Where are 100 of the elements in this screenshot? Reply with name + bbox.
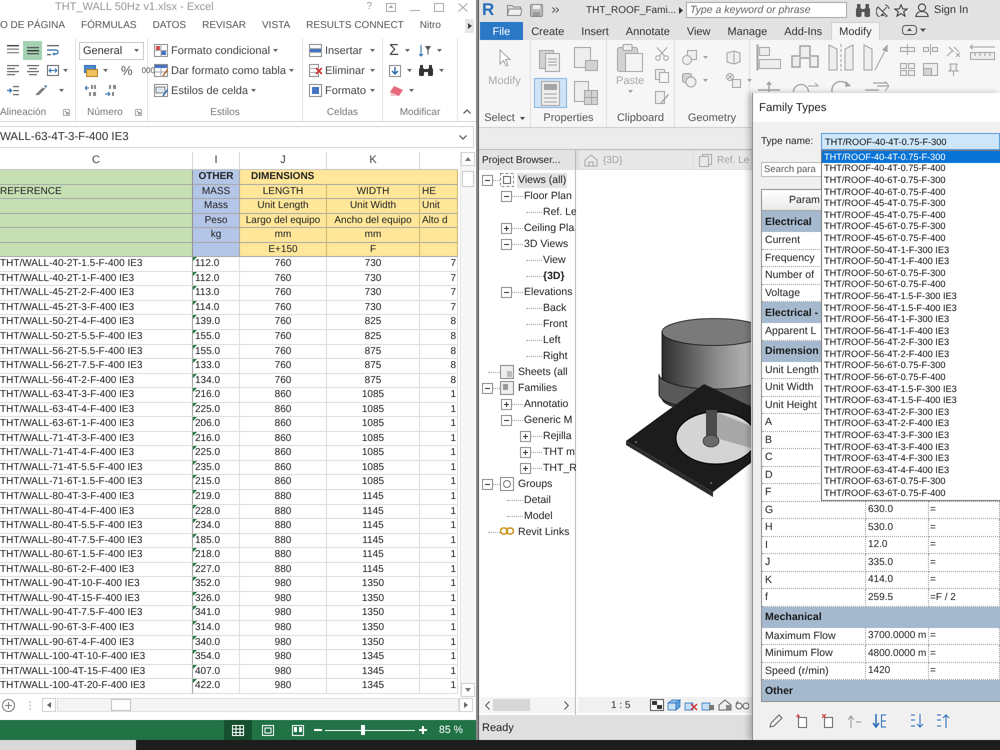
header-cell: HE bbox=[420, 184, 458, 200]
table-cell: 216.0 bbox=[193, 388, 240, 403]
table-cell: 1 bbox=[420, 592, 458, 606]
table-cell: 980 bbox=[240, 606, 327, 621]
table-cell: 1 bbox=[420, 606, 458, 621]
table-cell: 1 bbox=[420, 490, 458, 505]
parameter-name: K bbox=[765, 574, 772, 586]
parameter-name: Number of bbox=[765, 269, 814, 282]
table-cell: 8 bbox=[420, 315, 458, 330]
table-cell: 860 bbox=[240, 388, 327, 403]
table-cell: 880 bbox=[240, 519, 327, 534]
header-cell: Largo del equipo bbox=[240, 214, 327, 228]
parameter-name: Voltage bbox=[765, 286, 800, 299]
table-cell: 1145 bbox=[327, 562, 420, 578]
parameter-name: Unit Length bbox=[765, 364, 819, 376]
app-logo: R bbox=[482, 1, 494, 19]
table-cell: 1085 bbox=[327, 402, 420, 418]
header-cell: Peso bbox=[193, 214, 240, 228]
table-cell: 1145 bbox=[327, 534, 420, 548]
table-cell: 730 bbox=[327, 272, 420, 286]
table-cell: 860 bbox=[240, 402, 327, 418]
table-cell: 155.0 bbox=[193, 344, 240, 360]
group-label: Estilos bbox=[210, 106, 240, 118]
header-cell: mm bbox=[327, 228, 420, 243]
table-cell: 860 bbox=[240, 432, 327, 446]
table-cell: 326.0 bbox=[193, 592, 240, 606]
table-cell: 1145 bbox=[327, 548, 420, 563]
table-cell: 422.0 bbox=[193, 679, 240, 694]
table-cell: 760 bbox=[240, 359, 327, 374]
table-cell: 875 bbox=[327, 374, 420, 388]
table-cell: THT/WALL-90-4T-15-F-400 IE3 bbox=[0, 592, 193, 606]
table-cell: 139.0 bbox=[193, 315, 240, 330]
table-cell: 1 bbox=[420, 446, 458, 461]
table-cell: 225.0 bbox=[193, 402, 240, 418]
table-cell: 219.0 bbox=[193, 490, 240, 505]
table-cell: 1345 bbox=[327, 650, 420, 665]
table-cell: 352.0 bbox=[193, 577, 240, 592]
table-cell: 1 bbox=[420, 548, 458, 563]
parameter-name: J bbox=[765, 556, 770, 568]
table-cell: 1350 bbox=[327, 620, 420, 636]
window-title: THT_WALL 50Hz v1.xlsx - Excel bbox=[55, 0, 214, 14]
table-cell: 225.0 bbox=[193, 446, 240, 461]
table-cell: 1 bbox=[420, 432, 458, 446]
table-cell: 1 bbox=[420, 664, 458, 680]
table-cell: 1 bbox=[420, 620, 458, 636]
header-cell: Ancho del equipo bbox=[327, 214, 420, 228]
table-cell: 760 bbox=[240, 330, 327, 345]
group-label: Alineación bbox=[0, 106, 46, 118]
table-cell: 980 bbox=[240, 577, 327, 592]
table-cell: 1350 bbox=[327, 606, 420, 621]
table-cell: 7 bbox=[420, 257, 458, 272]
table-cell: THT/WALL-45-2T-3-F-400 IE3 bbox=[0, 300, 193, 316]
table-cell: THT/WALL-100-4T-15-F-400 IE3 bbox=[0, 664, 193, 680]
table-cell: 155.0 bbox=[193, 330, 240, 345]
table-cell: THT/WALL-63-6T-1-F-400 IE3 bbox=[0, 417, 193, 432]
table-cell: 1 bbox=[420, 534, 458, 548]
panel-label: Properties bbox=[543, 112, 594, 124]
table-cell: 1 bbox=[420, 636, 458, 650]
header-cell: OTHER bbox=[193, 170, 240, 185]
table-cell: THT/WALL-40-2T-1-F-400 IE3 bbox=[0, 272, 193, 286]
table-cell: 825 bbox=[327, 315, 420, 330]
parameter-name: Apparent L bbox=[765, 325, 816, 338]
header-cell: Mass bbox=[193, 199, 240, 214]
parameter-name: F bbox=[765, 486, 772, 498]
header-cell: Unit Length bbox=[240, 199, 327, 214]
table-cell: 216.0 bbox=[193, 432, 240, 446]
table-cell: 1 bbox=[420, 650, 458, 665]
table-cell: 7 bbox=[420, 272, 458, 286]
table-cell: 980 bbox=[240, 679, 327, 694]
table-cell: 860 bbox=[240, 417, 327, 432]
table-cell: THT/WALL-63-4T-3-F-400 IE3 bbox=[0, 388, 193, 403]
header-cell: mm bbox=[240, 228, 327, 243]
table-cell: 8 bbox=[420, 344, 458, 360]
table-cell: 206.0 bbox=[193, 417, 240, 432]
table-cell: 1350 bbox=[327, 577, 420, 592]
parameter-name: Unit Width bbox=[765, 381, 814, 394]
group-label: Celdas bbox=[326, 106, 358, 118]
table-cell: THT/WALL-80-6T-1.5-F-400 IE3 bbox=[0, 548, 193, 563]
table-cell: 880 bbox=[240, 504, 327, 520]
table-cell: 980 bbox=[240, 664, 327, 680]
header-cell: WIDTH bbox=[327, 184, 420, 200]
table-cell: THT/WALL-71-4T-3-F-400 IE3 bbox=[0, 432, 193, 446]
parameter-name: A bbox=[765, 416, 772, 428]
header-cell: F bbox=[327, 242, 420, 258]
table-cell: 980 bbox=[240, 620, 327, 636]
parameter-name: Minimum Flow bbox=[765, 647, 833, 660]
table-cell: 730 bbox=[327, 286, 420, 301]
table-cell: 1085 bbox=[327, 417, 420, 432]
table-cell: 1 bbox=[420, 402, 458, 418]
table-cell: THT/WALL-50-2T-4-F-400 IE3 bbox=[0, 315, 193, 330]
table-cell: 407.0 bbox=[193, 664, 240, 680]
table-cell: 860 bbox=[240, 460, 327, 476]
table-cell: 1145 bbox=[327, 519, 420, 534]
parameter-name: I bbox=[765, 538, 768, 551]
table-cell: 1 bbox=[420, 460, 458, 476]
parameter-name: Current bbox=[765, 234, 800, 246]
field-label: Type name: bbox=[761, 136, 814, 147]
table-cell: 760 bbox=[240, 315, 327, 330]
header-cell: MASS bbox=[193, 184, 240, 200]
table-cell: 134.0 bbox=[193, 374, 240, 388]
